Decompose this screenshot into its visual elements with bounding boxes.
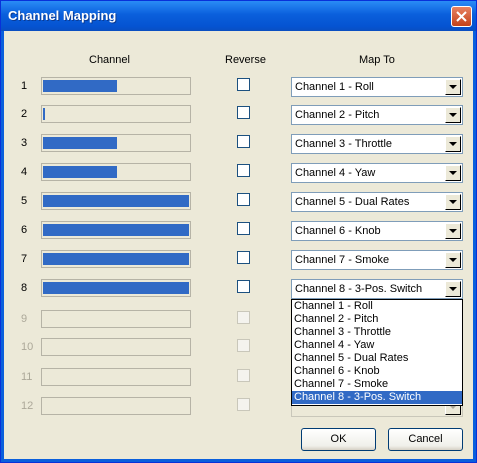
reverse-checkbox [237,311,250,324]
channel-number: 12 [21,400,34,412]
channel-level-fill [43,80,117,92]
channel-level-bar [41,368,191,386]
dropdown-option[interactable]: Channel 5 - Dual Rates [292,352,462,365]
map-to-select[interactable]: Channel 3 - Throttle [291,134,463,154]
reverse-checkbox[interactable] [237,280,250,293]
channel-number: 1 [21,80,28,92]
map-to-header: Map To [359,54,395,66]
title-bar[interactable]: Channel Mapping [1,1,476,31]
dialog-body: Channel Reverse Map To 1 Channel 1 - Roll… [4,31,473,459]
chevron-down-icon[interactable] [445,136,461,152]
channel-header: Channel [89,54,130,66]
reverse-checkbox[interactable] [237,135,250,148]
reverse-checkbox[interactable] [237,106,250,119]
reverse-checkbox[interactable] [237,164,250,177]
map-to-select[interactable]: Channel 6 - Knob [291,221,463,241]
channel-number: 11 [21,371,33,383]
channel-level-bar [41,221,191,239]
dropdown-option[interactable]: Channel 2 - Pitch [292,313,462,326]
window-title: Channel Mapping [8,8,117,23]
map-to-value: Channel 8 - 3-Pos. Switch [295,283,423,295]
channel-number: 7 [21,253,28,265]
channel-number: 2 [21,108,28,120]
channel-number: 8 [21,282,28,294]
dropdown-option[interactable]: Channel 1 - Roll [292,300,462,313]
map-to-value: Channel 3 - Throttle [295,138,393,150]
channel-level-bar [41,310,191,328]
map-to-value: Channel 7 - Smoke [295,254,390,266]
dropdown-option[interactable]: Channel 6 - Knob [292,365,462,378]
channel-level-bar [41,397,191,415]
reverse-header: Reverse [225,54,266,66]
channel-number: 10 [21,341,34,353]
reverse-checkbox[interactable] [237,222,250,235]
channel-level-fill [43,166,117,178]
channel-level-fill [43,224,189,236]
channel-level-bar [41,250,191,268]
channel-number: 6 [21,224,28,236]
channel-number: 4 [21,166,28,178]
reverse-checkbox[interactable] [237,78,250,91]
channel-number: 9 [21,313,28,325]
map-to-value: Channel 4 - Yaw [295,167,376,179]
map-to-dropdown-list[interactable]: Channel 1 - Roll Channel 2 - Pitch Channel… [291,299,463,406]
channel-number: 3 [21,137,28,149]
channel-level-bar [41,105,191,123]
channel-level-fill [43,282,189,294]
reverse-checkbox [237,369,250,382]
channel-level-fill [43,137,117,149]
channel-number: 5 [21,195,28,207]
dropdown-option[interactable]: Channel 8 - 3-Pos. Switch [292,391,462,404]
cancel-button[interactable]: Cancel [388,428,463,451]
map-to-select[interactable]: Channel 2 - Pitch [291,105,463,125]
channel-mapping-window: Channel Mapping Channel Reverse Map To 1… [0,0,477,463]
map-to-value: Channel 2 - Pitch [295,109,380,121]
chevron-down-icon[interactable] [445,194,461,210]
map-to-value: Channel 6 - Knob [295,225,381,237]
channel-level-bar [41,163,191,181]
channel-level-fill [43,108,45,120]
ok-button[interactable]: OK [301,428,376,451]
reverse-checkbox[interactable] [237,251,250,264]
channel-level-bar [41,77,191,95]
close-icon [456,11,467,22]
channel-level-fill [43,195,189,207]
channel-level-bar [41,134,191,152]
close-button[interactable] [451,6,472,27]
chevron-down-icon[interactable] [445,223,461,239]
channel-level-bar [41,338,191,356]
reverse-checkbox[interactable] [237,193,250,206]
channel-level-bar [41,279,191,297]
map-to-select[interactable]: Channel 1 - Roll [291,77,463,97]
channel-level-bar [41,192,191,210]
map-to-select[interactable]: Channel 7 - Smoke [291,250,463,270]
map-to-select[interactable]: Channel 8 - 3-Pos. Switch [291,279,463,299]
chevron-down-icon[interactable] [445,281,461,297]
map-to-value: Channel 1 - Roll [295,81,374,93]
chevron-down-icon[interactable] [445,79,461,95]
chevron-down-icon[interactable] [445,252,461,268]
channel-level-fill [43,253,189,265]
dropdown-option[interactable]: Channel 7 - Smoke [292,378,462,391]
reverse-checkbox [237,398,250,411]
dropdown-option[interactable]: Channel 4 - Yaw [292,339,462,352]
dropdown-option[interactable]: Channel 3 - Throttle [292,326,462,339]
chevron-down-icon[interactable] [445,107,461,123]
chevron-down-icon[interactable] [445,165,461,181]
reverse-checkbox [237,339,250,352]
map-to-select[interactable]: Channel 4 - Yaw [291,163,463,183]
map-to-value: Channel 5 - Dual Rates [295,196,410,208]
map-to-select[interactable]: Channel 5 - Dual Rates [291,192,463,212]
